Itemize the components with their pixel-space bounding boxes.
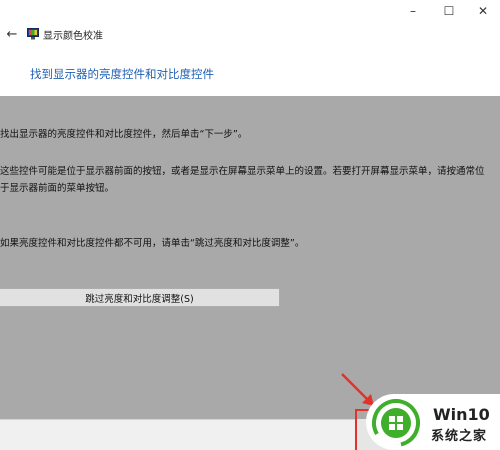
instruction-panel: 找出显示器的亮度控件和对比度控件，然后单击“下一步”。 这些控件可能是位于显示器… [0, 96, 500, 419]
back-arrow-icon[interactable]: ← [4, 26, 20, 42]
close-button[interactable]: ✕ [466, 0, 500, 22]
app-title: 显示颜色校准 [43, 31, 103, 42]
page-heading: 找到显示器的亮度控件和对比度控件 [30, 67, 214, 81]
win10-logo-icon [372, 399, 420, 447]
skip-brightness-contrast-button[interactable]: 跳过亮度和对比度调整(S) [0, 288, 280, 307]
footer-panel [0, 419, 357, 450]
watermark-name: Win10 [433, 405, 490, 424]
maximize-button[interactable]: ☐ [432, 0, 466, 22]
watermark-site: 系统之家 [431, 429, 488, 444]
instruction-paragraph-3: 如果亮度控件和对比度控件都不可用，请单击“跳过亮度和对比度调整”。 [0, 238, 305, 249]
display-calibration-icon [27, 28, 39, 40]
minimize-button[interactable]: – [396, 0, 430, 22]
instruction-paragraph-2: 这些控件可能是位于显示器前面的按钮，或者是显示在屏幕显示菜单上的设置。若要打开屏… [0, 166, 485, 194]
title-bar: – ☐ ✕ [0, 0, 500, 22]
instruction-paragraph-1: 找出显示器的亮度控件和对比度控件，然后单击“下一步”。 [0, 129, 248, 140]
